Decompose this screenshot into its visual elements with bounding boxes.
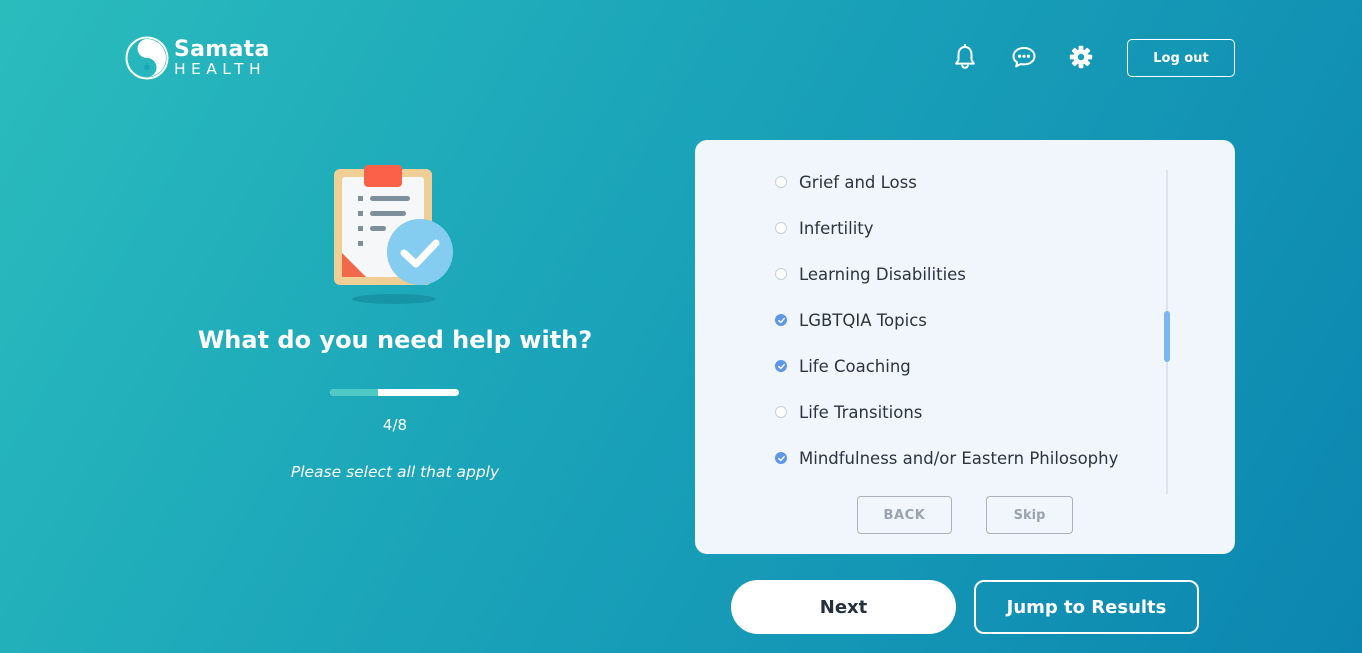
option-infertility[interactable]: Infertility	[775, 216, 874, 240]
scrollbar-thumb[interactable]	[1164, 311, 1170, 362]
step-counter: 4/8	[382, 416, 408, 434]
bell-icon[interactable]	[952, 44, 978, 70]
option-checkbox[interactable]	[775, 452, 787, 464]
brand-logo[interactable]: Samata HEALTH	[125, 36, 270, 80]
option-label: Infertility	[799, 218, 874, 238]
option-label: Life Transitions	[799, 402, 923, 422]
option-checkbox[interactable]	[775, 268, 787, 280]
gear-icon[interactable]	[1068, 44, 1094, 70]
options-card: Grief and Loss Infertility Learning Disa…	[695, 140, 1235, 554]
checkmark-icon	[777, 363, 785, 369]
option-label: Mindfulness and/or Eastern Philosophy	[799, 448, 1119, 468]
clipboard-checklist-icon	[334, 165, 453, 304]
selection-hint: Please select all that apply	[290, 463, 500, 481]
option-life-coaching[interactable]: Life Coaching	[775, 354, 911, 378]
option-checkbox[interactable]	[775, 176, 787, 188]
option-label: Grief and Loss	[799, 172, 917, 192]
option-checkbox[interactable]	[775, 314, 787, 326]
option-label: LGBTQIA Topics	[799, 310, 927, 330]
checkmark-icon	[777, 317, 785, 323]
chat-icon[interactable]	[1011, 44, 1037, 70]
checkmark-icon	[777, 455, 785, 461]
skip-button[interactable]: Skip	[986, 496, 1073, 534]
option-life-transitions[interactable]: Life Transitions	[775, 400, 922, 424]
logout-button[interactable]: Log out	[1127, 39, 1235, 77]
brand-subtitle: HEALTH	[174, 59, 267, 78]
back-button[interactable]: BACK	[857, 496, 952, 534]
option-label: Life Coaching	[799, 356, 911, 376]
next-button[interactable]: Next	[731, 580, 956, 634]
option-grief-and-loss[interactable]: Grief and Loss	[775, 170, 917, 194]
yin-yang-logo-icon	[125, 36, 169, 80]
progress-bar	[330, 389, 459, 396]
option-label: Learning Disabilities	[799, 264, 966, 284]
option-lgbtqia-topics[interactable]: LGBTQIA Topics	[775, 308, 927, 332]
brand-name: Samata	[174, 36, 270, 62]
option-mindfulness-eastern-philosophy[interactable]: Mindfulness and/or Eastern Philosophy	[775, 446, 1118, 470]
option-checkbox[interactable]	[775, 360, 787, 372]
option-checkbox[interactable]	[775, 406, 787, 418]
option-learning-disabilities[interactable]: Learning Disabilities	[775, 262, 966, 286]
question-heading: What do you need help with?	[197, 326, 593, 354]
option-checkbox[interactable]	[775, 222, 787, 234]
jump-to-results-button[interactable]: Jump to Results	[974, 580, 1199, 634]
progress-bar-fill	[330, 389, 379, 396]
